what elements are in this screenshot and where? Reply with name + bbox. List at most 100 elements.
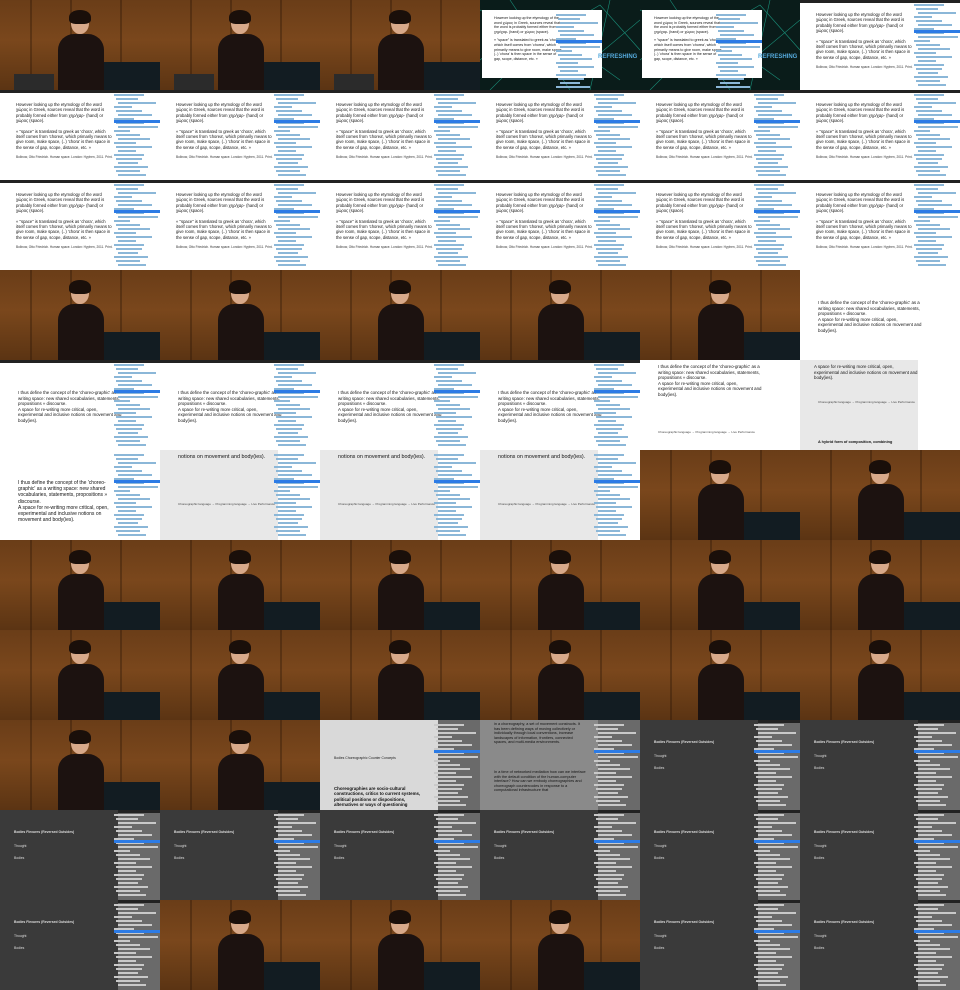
speaker xyxy=(218,640,264,720)
frame-define-a: I thus define the concept of the 'choreo… xyxy=(160,360,320,450)
slide-paragraph: A space for re-writing more critical, op… xyxy=(818,316,922,333)
speaker xyxy=(858,550,904,630)
code-panel xyxy=(754,94,800,180)
frame-stage: REFRESHING xyxy=(160,630,320,720)
frame-ring: Bodies Flexures (Reversed Outsides) Thou… xyxy=(160,810,320,900)
slide-footnote: Choreographic language → Programming lan… xyxy=(658,430,755,434)
slide-paragraph: However looking up the etymology of the … xyxy=(16,102,105,124)
slide-paragraph: I thus define the concept of the 'choreo… xyxy=(818,300,920,317)
lectern: REFRESHING xyxy=(904,602,960,630)
speaker xyxy=(218,910,264,990)
slide-text-block: However looking up the etymology of the … xyxy=(16,102,114,166)
slide-footnote: Choreographic language → Programming lan… xyxy=(818,400,915,404)
code-panel xyxy=(274,814,320,900)
slide-paragraph: I thus define the concept of the 'choreo… xyxy=(18,480,108,505)
lectern: REFRESHING xyxy=(104,602,160,630)
slide-footnote: Choreographic language → Programming lan… xyxy=(498,502,595,506)
frame-etym: However looking up the etymology of the … xyxy=(160,90,320,180)
laptop xyxy=(334,74,374,90)
slide-text: However looking up the etymology of the … xyxy=(494,16,561,34)
slide-label: Bodies xyxy=(334,856,345,860)
slide-text: « "space" is translated to greek as 'cho… xyxy=(494,38,563,61)
frame-stage: REFRESHING xyxy=(0,270,160,360)
slide-paragraph: in a choreography, a set of movement con… xyxy=(494,722,581,745)
code-panel xyxy=(716,14,762,90)
frame-stage: REFRESHING xyxy=(160,540,320,630)
slide-text-block: However looking up the etymology of the … xyxy=(816,192,914,256)
lectern: REFRESHING xyxy=(424,602,480,630)
frame-stage: REFRESHING xyxy=(640,630,800,720)
slide-heading: Bodies Flexures (Reversed Outsides) xyxy=(334,830,395,834)
speaker xyxy=(858,640,904,720)
code-panel xyxy=(114,184,160,270)
slide-paragraph: However looking up the etymology of the … xyxy=(176,192,265,214)
frame-etym: However looking up the etymology of the … xyxy=(800,0,960,90)
frame-ring: Bodies Flexures (Reversed Outsides) Thou… xyxy=(800,900,960,990)
frame-stage: REFRESHING xyxy=(160,900,320,990)
speaker xyxy=(538,280,584,360)
code-panel xyxy=(556,14,602,90)
slide-paragraph: A space for re-writing more critical, op… xyxy=(498,406,602,423)
frame-ring: Bodies Flexures (Reversed Outsides) Thou… xyxy=(480,810,640,900)
lectern: REFRESHING xyxy=(424,332,480,360)
slide-paragraph: However looking up the etymology of the … xyxy=(496,102,585,124)
frame-define-tail: notions on movement and body(ies). Chore… xyxy=(160,450,320,540)
code-panel xyxy=(114,454,160,540)
slide-label: Bodies xyxy=(14,946,25,950)
speaker xyxy=(378,910,424,990)
lectern: REFRESHING xyxy=(424,962,480,990)
frame-define-c: A space for re-writing more critical, op… xyxy=(800,360,960,450)
slide-text-block: However looking up the etymology of the … xyxy=(656,102,754,166)
speaker xyxy=(218,10,264,90)
slide-heading: Bodies Flexures (Reversed Outsides) xyxy=(654,830,715,834)
slide-paragraph: « "space" is translated to greek as 'cho… xyxy=(816,38,912,60)
speaker xyxy=(698,460,744,540)
lectern: REFRESHING xyxy=(264,62,320,90)
slide-reference: Bollnow, Otto Friedrich. Human space. Lo… xyxy=(336,155,433,160)
frame-ring: Bodies Flexures (Reversed Outsides) Thou… xyxy=(640,810,800,900)
frame-stage: REFRESHING xyxy=(800,630,960,720)
slide-text-block: However looking up the etymology of the … xyxy=(176,192,274,256)
frame-etym: However looking up the etymology of the … xyxy=(320,180,480,270)
slide-label: Thought xyxy=(334,844,347,848)
frame-etym: However looking up the etymology of the … xyxy=(160,180,320,270)
frame-etym: However looking up the etymology of the … xyxy=(480,180,640,270)
speaker xyxy=(58,730,104,810)
lectern: REFRESHING xyxy=(904,512,960,540)
code-panel xyxy=(754,184,800,270)
slide-text: notions on movement and body(ies). xyxy=(178,454,266,460)
speaker xyxy=(218,280,264,360)
slide-text-block: However looking up the etymology of the … xyxy=(816,12,914,76)
lectern: REFRESHING xyxy=(584,962,640,990)
slide-heading: Bodies Flexures (Reversed Outsides) xyxy=(14,830,75,834)
code-panel xyxy=(914,184,960,270)
slide-paragraph: I thus define the concept of the 'choreo… xyxy=(178,390,280,407)
speaker xyxy=(378,550,424,630)
code-panel xyxy=(914,94,960,180)
slide-paragraph: « "space" is translated to greek as 'cho… xyxy=(336,128,432,150)
slide-reference: Bollnow, Otto Friedrich. Human space. Lo… xyxy=(16,245,113,250)
slide-heading: Bodies Flexures (Reversed Outsides) xyxy=(494,830,555,834)
lectern: REFRESHING xyxy=(904,692,960,720)
lectern: REFRESHING xyxy=(424,62,480,90)
code-panel xyxy=(274,454,320,540)
speaker xyxy=(378,280,424,360)
lectern: REFRESHING xyxy=(584,332,640,360)
frame-dark: However looking up the etymology of the … xyxy=(480,0,640,90)
frame-stage: REFRESHING xyxy=(480,900,640,990)
slide-paragraph: However looking up the etymology of the … xyxy=(176,102,265,124)
slide-paragraph: However looking up the etymology of the … xyxy=(816,192,905,214)
frame-define-a: I thus define the concept of the 'choreo… xyxy=(320,360,480,450)
slide-paragraph: However looking up the etymology of the … xyxy=(816,12,905,34)
slide-text-block: However looking up the etymology of the … xyxy=(336,102,434,166)
slide-text-block: However looking up the etymology of the … xyxy=(496,192,594,256)
code-panel xyxy=(114,364,160,450)
slide-label: Bodies xyxy=(14,856,25,860)
slide-label: Bodies xyxy=(814,946,825,950)
frame-etym: However looking up the etymology of the … xyxy=(480,90,640,180)
code-panel xyxy=(114,814,160,900)
lectern: REFRESHING xyxy=(744,602,800,630)
slide-reference: Bollnow, Otto Friedrich. Human space. Lo… xyxy=(176,155,273,160)
lectern: REFRESHING xyxy=(584,692,640,720)
frame-stage: REFRESHING xyxy=(800,540,960,630)
